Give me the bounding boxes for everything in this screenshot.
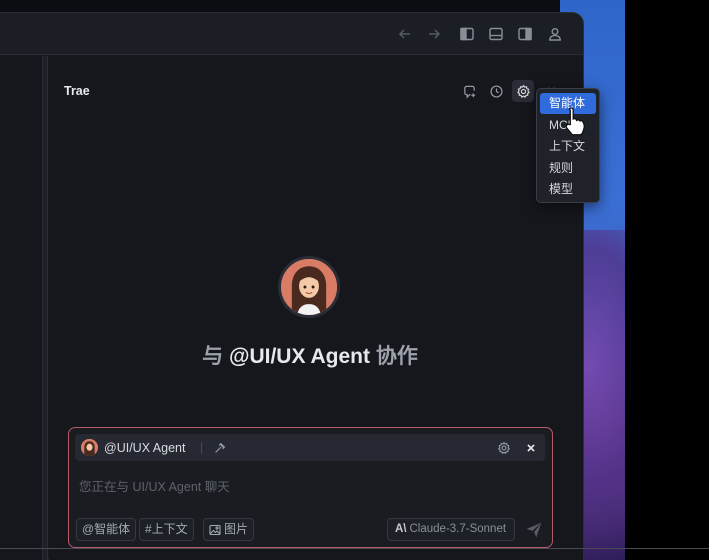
model-selector[interactable]: A\ Claude-3.7-Sonnet: [387, 518, 515, 541]
panel-title: Trae: [64, 84, 90, 98]
editor-pane: [0, 56, 42, 560]
arrow-left-icon[interactable]: [396, 25, 414, 43]
collaborate-heading: 与 @UI/UX Agent 协作: [0, 340, 620, 370]
user-icon[interactable]: [546, 25, 564, 43]
arrow-right-icon[interactable]: [425, 25, 443, 43]
collab-prefix: 与: [202, 345, 224, 368]
agent-close-icon[interactable]: [522, 439, 539, 456]
model-name: Claude-3.7-Sonnet: [409, 523, 507, 535]
agent-label[interactable]: @UI/UX Agent: [104, 441, 185, 455]
screen-bottom-line: [0, 548, 709, 549]
send-icon[interactable]: [525, 521, 543, 539]
agent-avatar-small: [81, 439, 98, 456]
bottom-panel-icon[interactable]: [487, 25, 505, 43]
gear-icon[interactable]: [512, 80, 534, 102]
dropdown-item-model[interactable]: 模型: [540, 179, 596, 200]
agent-chip[interactable]: @智能体: [76, 518, 137, 541]
right-sidebar-icon[interactable]: [516, 25, 534, 43]
new-chat-icon[interactable]: [460, 82, 478, 100]
history-icon[interactable]: [487, 82, 505, 100]
agent-selector-bar: @UI/UX Agent: [75, 434, 545, 461]
left-sidebar-icon[interactable]: [458, 25, 476, 43]
agent-avatar-large: [278, 256, 340, 318]
bar-separator: [201, 442, 202, 454]
collab-agent-name: @UI/UX Agent: [228, 345, 371, 368]
agent-chip-label: @智能体: [82, 522, 131, 536]
context-chip[interactable]: #上下文: [139, 518, 194, 541]
chat-input-box[interactable]: @UI/UX Agent 您正在与 UI/UX Agent 聊天 @智能体 #上…: [68, 427, 553, 548]
dropdown-item-rules[interactable]: 规则: [540, 158, 596, 179]
agent-settings-icon[interactable]: [495, 439, 512, 456]
titlebar: [0, 13, 583, 55]
hammer-icon[interactable]: [211, 439, 228, 456]
pane-divider[interactable]: [42, 56, 48, 560]
collab-suffix: 协作: [375, 345, 418, 368]
image-icon: [209, 524, 221, 535]
anthropic-logo-icon: A\: [395, 523, 407, 535]
image-chip[interactable]: 图片: [203, 518, 255, 541]
screen-edge: [625, 0, 709, 560]
context-chip-label: #上下文: [145, 522, 188, 536]
mouse-pointer-icon: [565, 107, 585, 136]
image-chip-label: 图片: [224, 522, 249, 536]
chat-input-placeholder[interactable]: 您正在与 UI/UX Agent 聊天: [79, 476, 230, 495]
